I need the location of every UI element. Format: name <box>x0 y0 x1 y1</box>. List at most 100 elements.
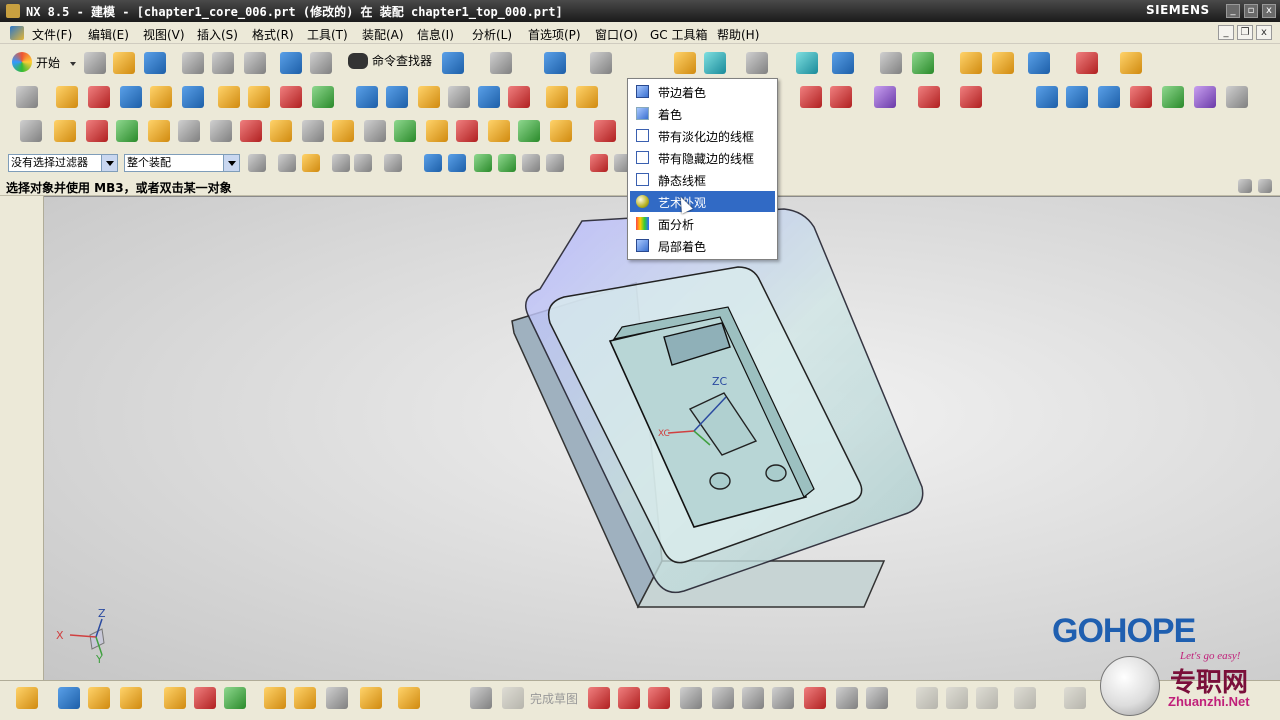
assembly-navigator-icon[interactable] <box>880 52 902 74</box>
menu-analysis[interactable]: 分析(L) <box>472 26 512 43</box>
chamfer-sketch-icon[interactable] <box>742 687 764 709</box>
surface-icon[interactable] <box>1036 86 1058 108</box>
standard-part-icon[interactable] <box>270 120 292 142</box>
sub-insert-icon[interactable] <box>364 120 386 142</box>
close-button[interactable]: x <box>1262 4 1276 18</box>
boss-icon[interactable] <box>150 86 172 108</box>
hole-icon[interactable] <box>120 86 142 108</box>
menu-item-wireframe-hidden-edges[interactable]: 带有隐藏边的线框 <box>630 147 775 168</box>
view-direction-icon[interactable] <box>1028 52 1050 74</box>
menu-item-shaded[interactable]: 着色 <box>630 103 775 124</box>
menu-insert[interactable]: 插入(S) <box>197 26 238 43</box>
scroll-mid-icon[interactable] <box>9 628 35 642</box>
spline-icon[interactable] <box>866 687 888 709</box>
finish-sketch-button[interactable]: 完成草图 <box>530 690 578 707</box>
save-icon[interactable] <box>144 52 166 74</box>
parting-tools-icon[interactable] <box>210 120 232 142</box>
menu-help[interactable]: 帮助(H) <box>717 26 759 43</box>
menu-item-shaded-with-edges[interactable]: 带边着色 <box>630 81 775 102</box>
history-tab-icon[interactable] <box>9 510 35 536</box>
web-browser-tab-icon[interactable] <box>9 454 35 480</box>
snap-endpoint-icon[interactable] <box>498 154 516 172</box>
rectangle-icon[interactable] <box>772 687 794 709</box>
ruler-icon[interactable] <box>1120 52 1142 74</box>
trim-curve-icon[interactable] <box>916 687 938 709</box>
ejector-pin-icon[interactable] <box>302 120 324 142</box>
layer-icon[interactable] <box>704 52 726 74</box>
open-folder-icon[interactable] <box>113 52 135 74</box>
unite-icon[interactable] <box>312 86 334 108</box>
snap-onpoint-icon[interactable] <box>546 154 564 172</box>
new-file-icon[interactable] <box>84 52 106 74</box>
swept-icon[interactable] <box>1098 86 1120 108</box>
circle-icon[interactable] <box>680 687 702 709</box>
system-materials-tab-icon[interactable] <box>9 548 35 574</box>
doc-close-button[interactable]: x <box>1256 25 1272 40</box>
workpiece-icon[interactable] <box>116 120 138 142</box>
graphics-window[interactable]: ZC XC Z X Y <box>44 196 1280 680</box>
display-settings-icon[interactable] <box>490 52 512 74</box>
bill-of-material-icon[interactable] <box>594 120 616 142</box>
profile-icon[interactable] <box>588 687 610 709</box>
gate-icon[interactable] <box>394 120 416 142</box>
thicken-icon[interactable] <box>576 86 598 108</box>
select-component-icon[interactable] <box>448 154 466 172</box>
select-curves-icon[interactable] <box>354 154 372 172</box>
menu-item-static-wireframe[interactable]: 静态线框 <box>630 169 775 190</box>
mold-base-icon[interactable] <box>240 120 262 142</box>
n-sided-icon[interactable] <box>1162 86 1184 108</box>
menu-item-partial-shading[interactable]: 局部着色 <box>630 235 775 256</box>
menu-preferences[interactable]: 首选项(P) <box>528 26 581 43</box>
synchronous-icon[interactable] <box>874 86 896 108</box>
scroll-up-icon[interactable] <box>9 608 35 622</box>
fillet-icon[interactable] <box>712 687 734 709</box>
pocket-mold-icon[interactable] <box>550 120 572 142</box>
new-component-icon[interactable] <box>88 687 110 709</box>
copy-icon[interactable] <box>212 52 234 74</box>
shell-icon[interactable] <box>418 86 440 108</box>
menu-window[interactable]: 窗口(O) <box>595 26 638 43</box>
hd3d-tools-tab-icon[interactable] <box>9 402 35 428</box>
menu-format[interactable]: 格式(R) <box>252 26 294 43</box>
snap-midpoint-icon[interactable] <box>522 154 540 172</box>
mate-component-icon[interactable] <box>120 687 142 709</box>
shrinkage-icon[interactable] <box>86 120 108 142</box>
assembly-icon[interactable] <box>16 687 38 709</box>
line-icon[interactable] <box>618 687 640 709</box>
sequence-icon[interactable] <box>294 687 316 709</box>
menu-information[interactable]: 信息(I) <box>417 26 454 43</box>
arc-icon[interactable] <box>648 687 670 709</box>
sketch-plane-icon[interactable] <box>16 86 38 108</box>
select-faces-icon[interactable] <box>302 154 320 172</box>
menu-item-face-analysis[interactable]: 面分析 <box>630 213 775 234</box>
check-clearance-icon[interactable] <box>360 687 382 709</box>
maximize-button[interactable]: ▫ <box>1244 4 1258 18</box>
menu-gc-toolkit[interactable]: GC 工具箱 <box>650 26 708 43</box>
show-constraints-icon[interactable] <box>224 687 246 709</box>
offset-curve-icon[interactable] <box>1014 687 1036 709</box>
type-filter-select[interactable]: 没有选择过滤器 <box>8 154 118 172</box>
menu-edit[interactable]: 编辑(E) <box>88 26 129 43</box>
polygon-icon[interactable] <box>804 687 826 709</box>
menu-file[interactable]: 文件(F) <box>32 26 72 43</box>
roles-tab-icon[interactable] <box>9 588 35 602</box>
part-navigator-tab-icon[interactable] <box>9 306 35 332</box>
mold-csys-icon[interactable] <box>54 120 76 142</box>
pocket-icon[interactable] <box>182 86 204 108</box>
background-icon[interactable] <box>746 52 768 74</box>
add-component-icon[interactable] <box>58 687 80 709</box>
selection-scope-select[interactable]: 整个装配 <box>124 154 240 172</box>
trim-mold-icon[interactable] <box>518 120 540 142</box>
doc-minimize-button[interactable]: _ <box>1218 25 1234 40</box>
menu-item-wireframe-dim-edges[interactable]: 带有淡化边的线框 <box>630 125 775 146</box>
fit-view-icon[interactable] <box>544 52 566 74</box>
minimize-button[interactable]: _ <box>1226 4 1240 18</box>
datum-icon[interactable] <box>218 86 240 108</box>
command-finder-button[interactable]: 命令查找器 <box>348 52 432 69</box>
menu-view[interactable]: 视图(V) <box>143 26 185 43</box>
point-sketch-icon[interactable] <box>836 687 858 709</box>
doc-restore-button[interactable]: ❐ <box>1237 25 1253 40</box>
app-menu-icon[interactable] <box>10 26 24 40</box>
snap-point-icon[interactable] <box>474 154 492 172</box>
reuse-library-tab-icon[interactable] <box>9 346 35 372</box>
